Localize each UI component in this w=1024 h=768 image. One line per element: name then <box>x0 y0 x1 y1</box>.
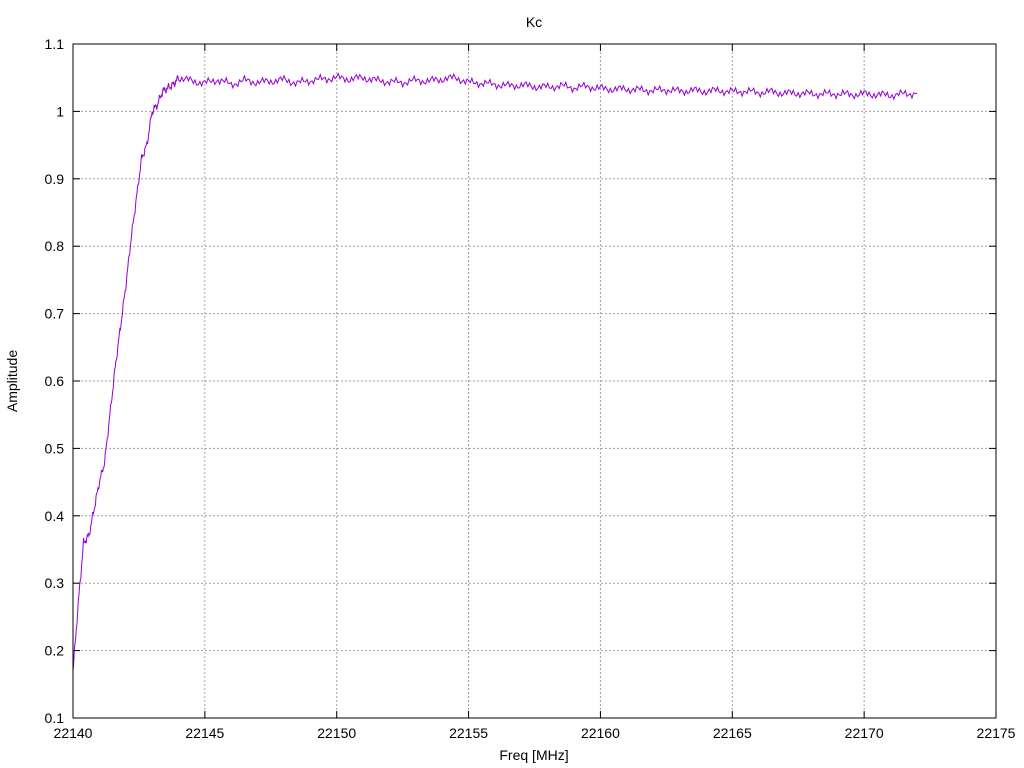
x-tick-label: 22145 <box>185 725 224 741</box>
x-tick-label: 22160 <box>581 725 620 741</box>
y-tick-label: 0.7 <box>45 306 65 322</box>
y-tick-label: 0.8 <box>45 238 65 254</box>
y-tick-label: 0.2 <box>45 643 65 659</box>
chart-background <box>0 0 1024 768</box>
chart: 22140 22145 22150 22155 22160 22165 22170 22175… <box>0 0 1024 768</box>
y-axis-label: Amplitude <box>4 350 20 412</box>
x-tick-label: 22175 <box>977 725 1016 741</box>
y-tick-label: 0.6 <box>45 373 65 389</box>
x-tick-label: 22165 <box>713 725 752 741</box>
y-tick-label: 0.9 <box>45 171 65 187</box>
y-tick-label: 0.4 <box>45 508 65 524</box>
y-tick-label: 0.1 <box>45 710 65 726</box>
x-tick-label: 22170 <box>845 725 884 741</box>
y-tick-label: 0.5 <box>45 440 65 456</box>
y-tick-label: 0.3 <box>45 575 65 591</box>
x-tick-label: 22150 <box>317 725 356 741</box>
x-tick-label: 22140 <box>54 725 93 741</box>
y-tick-label: 1.1 <box>45 36 65 52</box>
y-tick-label: 1 <box>56 103 64 119</box>
x-tick-label: 22155 <box>449 725 488 741</box>
chart-title: Kc <box>526 14 542 30</box>
x-axis-label: Freq [MHz] <box>499 747 568 763</box>
